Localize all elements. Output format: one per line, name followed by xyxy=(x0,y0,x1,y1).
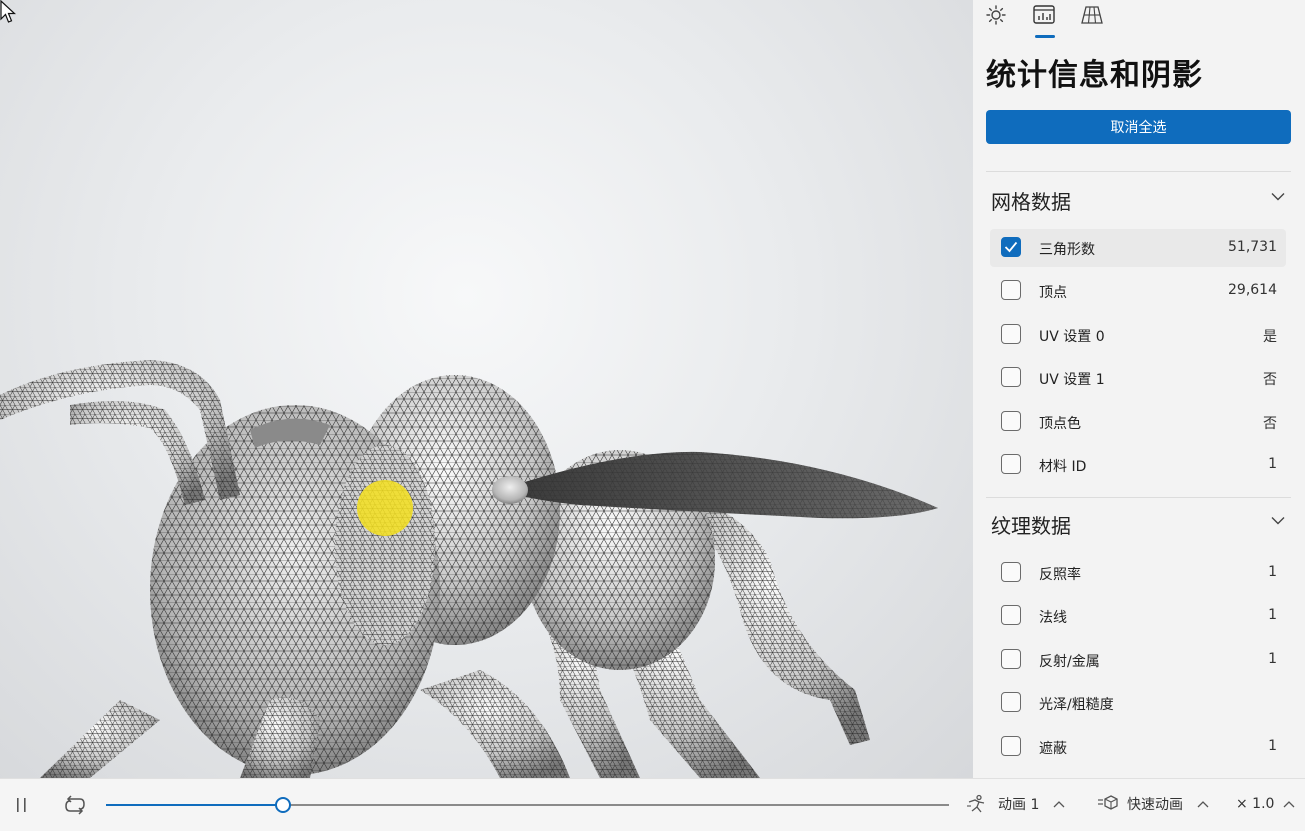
chevron-down-icon xyxy=(1271,517,1285,525)
deselect-all-button[interactable]: 取消全选 xyxy=(986,110,1291,144)
stat-row[interactable]: 遮蔽 1 xyxy=(990,728,1286,766)
stat-row[interactable]: UV 设置 1 否 xyxy=(990,359,1286,397)
loop-button[interactable] xyxy=(63,794,87,816)
stat-value: 否 xyxy=(1263,372,1277,388)
section-header[interactable]: 纹理数据 xyxy=(986,502,1291,542)
animation-run-icon xyxy=(967,794,985,813)
stat-checkbox[interactable] xyxy=(1001,605,1021,625)
stat-label: 遮蔽 xyxy=(1039,741,1067,757)
stat-row[interactable]: UV 设置 0 是 xyxy=(990,316,1286,354)
chevron-down-icon xyxy=(1271,193,1285,201)
chevron-up-icon xyxy=(1197,801,1209,808)
timeline-progress xyxy=(106,804,284,806)
wasp-wireframe-model[interactable] xyxy=(0,0,973,778)
stat-checkbox[interactable] xyxy=(1001,562,1021,582)
stats-panel: 统计信息和阴影 取消全选 网格数据三角形数 51,731 顶点 29,614 UV 设置… xyxy=(973,0,1305,778)
stat-row[interactable]: 光泽/粗糙度 xyxy=(990,684,1286,722)
pause-button[interactable] xyxy=(14,796,30,814)
stat-label: 顶点 xyxy=(1039,285,1067,301)
stat-checkbox[interactable] xyxy=(1001,736,1021,756)
stat-value: 1 xyxy=(1268,607,1277,623)
section-divider xyxy=(986,497,1291,498)
stat-row[interactable]: 法线 1 xyxy=(990,597,1286,635)
tab-grid[interactable] xyxy=(1079,2,1105,28)
stat-checkbox[interactable] xyxy=(1001,411,1021,431)
playback-speed-selector[interactable]: × 1.0 xyxy=(1236,796,1295,812)
quick-animation-selector[interactable]: 快速动画 xyxy=(1097,794,1209,814)
stat-checkbox[interactable] xyxy=(1001,280,1021,300)
animation-label: 动画 1 xyxy=(998,797,1040,813)
checkmark-icon xyxy=(1004,241,1018,253)
grid-floor-icon xyxy=(1081,6,1103,24)
stat-row[interactable]: 三角形数 51,731 xyxy=(990,229,1286,267)
timeline-slider[interactable] xyxy=(106,797,949,813)
active-tab-indicator xyxy=(1035,35,1055,38)
stat-row[interactable]: 材料 ID 1 xyxy=(990,446,1286,484)
quick-animation-label: 快速动画 xyxy=(1127,797,1183,813)
playback-bar: 动画 1 快速动画 × 1.0 xyxy=(0,778,1305,831)
stat-value: 1 xyxy=(1268,564,1277,580)
stat-checkbox[interactable] xyxy=(1001,367,1021,387)
chevron-up-icon xyxy=(1283,801,1295,808)
sun-icon xyxy=(986,5,1006,25)
loop-icon xyxy=(65,795,85,815)
timeline-thumb[interactable] xyxy=(275,797,292,813)
pause-icon xyxy=(17,798,26,812)
section-title: 网格数据 xyxy=(991,190,1071,214)
section-title: 纹理数据 xyxy=(991,514,1071,538)
stat-label: UV 设置 0 xyxy=(1039,329,1105,345)
stat-label: 材料 ID xyxy=(1039,459,1087,475)
cursor-highlight xyxy=(357,480,413,536)
stat-label: 顶点色 xyxy=(1039,416,1081,432)
stat-label: 光泽/粗糙度 xyxy=(1039,697,1114,713)
panel-tab-bar xyxy=(973,0,1305,40)
section-header[interactable]: 网格数据 xyxy=(986,178,1291,218)
tab-stats[interactable] xyxy=(1031,2,1057,28)
3d-viewport[interactable] xyxy=(0,0,973,778)
stat-value: 是 xyxy=(1263,329,1277,345)
stat-checkbox[interactable] xyxy=(1001,692,1021,712)
animation-selector[interactable]: 动画 1 xyxy=(966,794,1065,814)
quick-animation-cube-icon xyxy=(1098,795,1118,810)
tab-lighting[interactable] xyxy=(983,2,1009,28)
speed-label: × 1.0 xyxy=(1236,796,1275,812)
mouse-cursor-icon xyxy=(0,0,16,23)
stat-checkbox[interactable] xyxy=(1001,237,1021,257)
stat-label: UV 设置 1 xyxy=(1039,372,1105,388)
stat-row[interactable]: 顶点色 否 xyxy=(990,403,1286,441)
stat-value: 29,614 xyxy=(1228,282,1277,298)
stat-label: 三角形数 xyxy=(1039,242,1095,258)
stats-icon xyxy=(1033,5,1055,24)
stat-row[interactable]: 反照率 1 xyxy=(990,554,1286,592)
panel-title: 统计信息和阴影 xyxy=(986,58,1203,93)
stat-value: 1 xyxy=(1268,456,1277,472)
stat-checkbox[interactable] xyxy=(1001,324,1021,344)
stat-label: 反照率 xyxy=(1039,567,1081,583)
stat-row[interactable]: 顶点 29,614 xyxy=(990,272,1286,310)
stat-row[interactable]: 反射/金属 1 xyxy=(990,641,1286,679)
stat-value: 1 xyxy=(1268,738,1277,754)
stat-value: 1 xyxy=(1268,651,1277,667)
stat-label: 法线 xyxy=(1039,610,1067,626)
stat-checkbox[interactable] xyxy=(1001,649,1021,669)
chevron-up-icon xyxy=(1053,801,1065,808)
stat-value: 否 xyxy=(1263,416,1277,432)
stat-label: 反射/金属 xyxy=(1039,654,1100,670)
section-divider xyxy=(986,171,1291,172)
stat-value: 51,731 xyxy=(1228,239,1277,255)
stat-checkbox[interactable] xyxy=(1001,454,1021,474)
